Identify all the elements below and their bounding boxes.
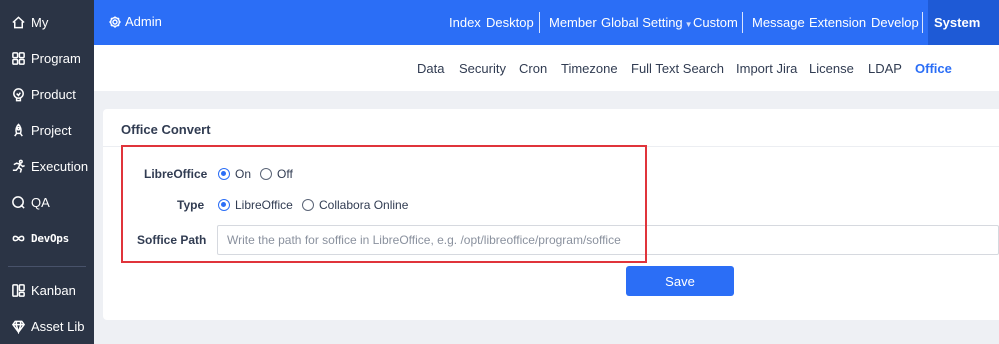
nav-global-setting-label: Global Setting xyxy=(601,15,683,30)
sidebar-item-kanban[interactable]: Kanban xyxy=(0,272,94,308)
sidebar-item-project[interactable]: Project xyxy=(0,112,94,148)
sidebar-item-devops[interactable]: DevOps xyxy=(0,220,94,256)
rocket-icon xyxy=(11,122,26,138)
sidebar-item-program[interactable]: Program xyxy=(0,40,94,76)
top-nav: Index Desktop Member Global Setting ▼ Cus… xyxy=(94,0,999,45)
sidebar-item-label: Asset Lib xyxy=(31,318,85,334)
bulb-icon xyxy=(11,87,26,102)
subnav-full-text-search[interactable]: Full Text Search xyxy=(631,61,724,76)
chevron-down-icon: ▼ xyxy=(684,20,693,29)
nav-member[interactable]: Member xyxy=(549,15,597,30)
panel-title: Office Convert xyxy=(121,122,211,137)
subnav-office[interactable]: Office xyxy=(915,61,952,76)
nav-message[interactable]: Message xyxy=(752,15,805,30)
nav-index[interactable]: Index xyxy=(449,15,481,30)
subnav-data[interactable]: Data xyxy=(417,61,444,76)
infinity-icon xyxy=(11,231,26,246)
nav-custom[interactable]: Custom xyxy=(693,15,738,30)
sidebar-item-product[interactable]: Product xyxy=(0,76,94,112)
sidebar-item-label: QA xyxy=(31,194,50,210)
nav-system[interactable]: System xyxy=(934,15,980,30)
runner-icon xyxy=(11,159,26,174)
nav-separator xyxy=(922,12,923,33)
save-button[interactable]: Save xyxy=(626,266,734,296)
nav-extension[interactable]: Extension xyxy=(809,15,866,30)
subnav-import-jira[interactable]: Import Jira xyxy=(736,61,797,76)
sidebar-item-qa[interactable]: QA xyxy=(0,184,94,220)
highlight-box xyxy=(121,145,647,263)
sub-nav: Data Security Cron Timezone Full Text Se… xyxy=(94,45,999,91)
sidebar-item-label: Program xyxy=(31,50,81,66)
grid-icon xyxy=(11,51,26,66)
nav-separator xyxy=(539,12,540,33)
top-header: Index Desktop Member Global Setting ▼ Cus… xyxy=(94,0,999,45)
nav-separator xyxy=(742,12,743,33)
gear-icon xyxy=(109,15,121,28)
nav-global-setting[interactable]: Global Setting ▼ xyxy=(601,15,693,30)
sidebar-item-label: Product xyxy=(31,86,76,102)
sidebar: My Program Product Project Execution QA … xyxy=(0,0,94,344)
sidebar-item-label: My xyxy=(31,14,49,30)
admin-label: Admin xyxy=(125,14,162,29)
subnav-ldap[interactable]: LDAP xyxy=(868,61,902,76)
subnav-security[interactable]: Security xyxy=(459,61,506,76)
subnav-license[interactable]: License xyxy=(809,61,854,76)
sidebar-divider xyxy=(8,266,86,267)
sidebar-item-label: Project xyxy=(31,122,72,138)
subnav-timezone[interactable]: Timezone xyxy=(561,61,618,76)
admin-button[interactable]: Admin xyxy=(108,14,162,29)
sidebar-item-label: Execution xyxy=(31,158,89,174)
sidebar-item-label: Kanban xyxy=(31,282,76,298)
home-icon xyxy=(11,15,26,30)
diamond-icon xyxy=(11,319,26,334)
sidebar-item-asset-lib[interactable]: Asset Lib xyxy=(0,308,94,344)
search-circle-icon xyxy=(11,195,26,210)
sidebar-item-execution[interactable]: Execution xyxy=(0,148,94,184)
nav-develop[interactable]: Develop xyxy=(871,15,919,30)
subnav-cron[interactable]: Cron xyxy=(519,61,547,76)
sidebar-item-label: DevOps xyxy=(31,231,69,245)
kanban-icon xyxy=(11,283,26,298)
sidebar-item-my[interactable]: My xyxy=(0,4,94,40)
nav-desktop[interactable]: Desktop xyxy=(486,15,534,30)
